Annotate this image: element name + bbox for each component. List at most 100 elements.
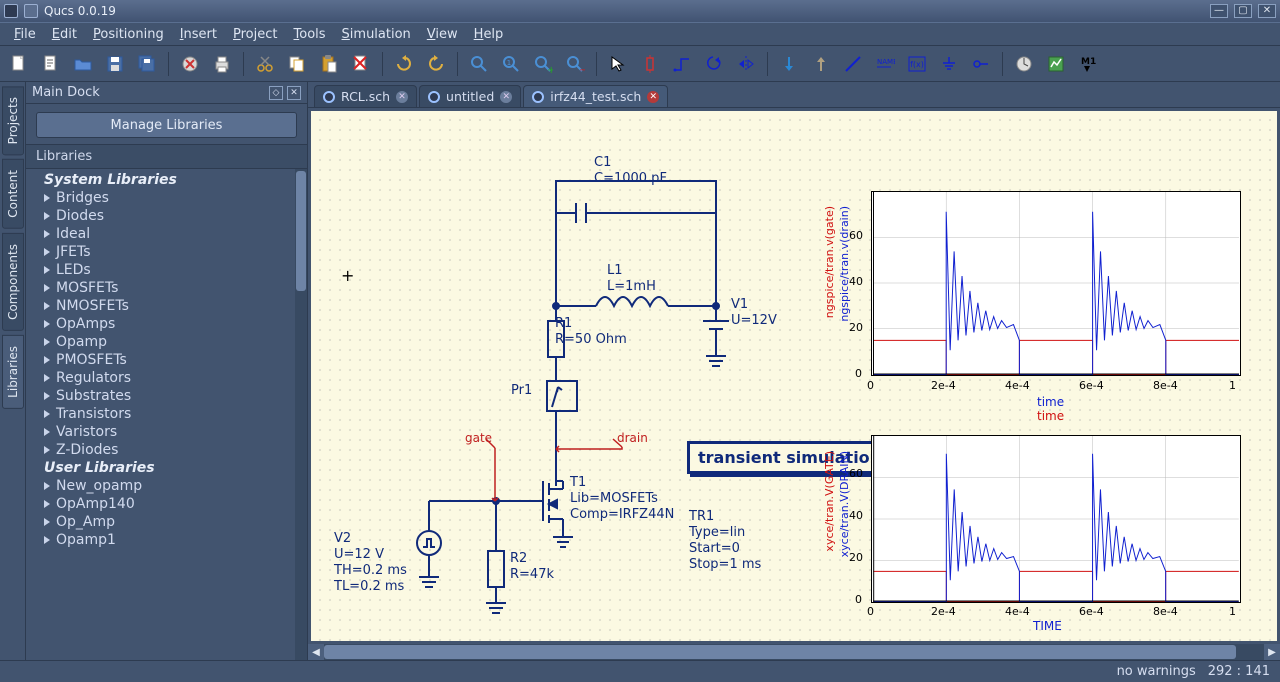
net-drain-label[interactable]: drain <box>617 431 648 445</box>
t1-lib[interactable]: Lib=MOSFETs <box>570 491 658 506</box>
twisty-icon[interactable] <box>44 230 50 238</box>
tree-item[interactable]: Opamp <box>40 333 307 351</box>
net-gate-label[interactable]: gate <box>465 431 492 445</box>
twisty-icon[interactable] <box>44 302 50 310</box>
tree-item[interactable]: User Libraries <box>40 459 307 477</box>
port-icon[interactable] <box>968 51 994 77</box>
ground-icon[interactable] <box>936 51 962 77</box>
l1-value[interactable]: L=1mH <box>607 279 656 294</box>
tree-item[interactable]: Ideal <box>40 225 307 243</box>
wire-label-icon[interactable]: NAME <box>872 51 898 77</box>
simulate-icon[interactable] <box>1011 51 1037 77</box>
tree-item[interactable]: LEDs <box>40 261 307 279</box>
chart-xyce[interactable] <box>871 435 1241 603</box>
menu-tools[interactable]: Tools <box>286 25 334 44</box>
tree-item[interactable]: System Libraries <box>40 171 307 189</box>
document-tab[interactable]: irfz44_test.sch✕ <box>523 85 668 107</box>
tree-item[interactable]: NMOSFETs <box>40 297 307 315</box>
twisty-icon[interactable] <box>44 320 50 328</box>
tree-item[interactable]: Varistors <box>40 423 307 441</box>
mirror-icon[interactable] <box>733 51 759 77</box>
menu-project[interactable]: Project <box>225 25 286 44</box>
tree-item[interactable]: JFETs <box>40 243 307 261</box>
vtab-components[interactable]: Components <box>2 233 24 331</box>
dock-close-icon[interactable]: ✕ <box>287 86 301 100</box>
deactivate-icon[interactable] <box>840 51 866 77</box>
tr1-type[interactable]: Type=lin <box>689 525 745 540</box>
tree-item[interactable]: OpAmps <box>40 315 307 333</box>
marker-icon[interactable]: M1 <box>1075 51 1101 77</box>
vtab-content[interactable]: Content <box>2 159 24 229</box>
twisty-icon[interactable] <box>44 284 50 292</box>
library-tree[interactable]: System LibrariesBridgesDiodesIdealJFETsL… <box>26 169 307 551</box>
copy-icon[interactable] <box>284 51 310 77</box>
v2-tl[interactable]: TL=0.2 ms <box>334 579 404 594</box>
insert-component-icon[interactable] <box>637 51 663 77</box>
zoom-out-icon[interactable]: − <box>562 51 588 77</box>
tree-item[interactable]: Substrates <box>40 387 307 405</box>
zoom-100-icon[interactable]: 1 <box>498 51 524 77</box>
twisty-icon[interactable] <box>44 338 50 346</box>
out-hierarchy-icon[interactable] <box>808 51 834 77</box>
r2-name[interactable]: R2 <box>510 551 527 566</box>
twisty-icon[interactable] <box>44 446 50 454</box>
menu-view[interactable]: View <box>419 25 466 44</box>
l1-name[interactable]: L1 <box>607 263 623 278</box>
v1-value[interactable]: U=12V <box>731 313 777 328</box>
twisty-icon[interactable] <box>44 428 50 436</box>
save-all-icon[interactable] <box>134 51 160 77</box>
results-icon[interactable] <box>1043 51 1069 77</box>
delete-icon[interactable] <box>177 51 203 77</box>
manage-libraries-button[interactable]: Manage Libraries <box>36 112 297 138</box>
v1-name[interactable]: V1 <box>731 297 748 312</box>
close-button[interactable]: ✕ <box>1258 4 1276 18</box>
twisty-icon[interactable] <box>44 266 50 274</box>
menu-positioning[interactable]: Positioning <box>85 25 172 44</box>
hscroll-left-icon[interactable]: ◀ <box>308 644 324 660</box>
schematic-canvas[interactable]: C1 C=1000 pF L1 L=1mH V1 U=12V R1 R=50 O… <box>308 108 1280 644</box>
tree-item[interactable]: Diodes <box>40 207 307 225</box>
paste-icon[interactable] <box>316 51 342 77</box>
menu-simulation[interactable]: Simulation <box>334 25 419 44</box>
twisty-icon[interactable] <box>44 392 50 400</box>
twisty-icon[interactable] <box>44 374 50 382</box>
pr1-name[interactable]: Pr1 <box>511 383 532 398</box>
select-icon[interactable] <box>605 51 631 77</box>
t1-comp[interactable]: Comp=IRFZ44N <box>570 507 674 522</box>
menu-edit[interactable]: Edit <box>44 25 85 44</box>
maximize-button[interactable]: ▢ <box>1234 4 1252 18</box>
tree-item[interactable]: Bridges <box>40 189 307 207</box>
twisty-icon[interactable] <box>44 482 50 490</box>
twisty-icon[interactable] <box>44 410 50 418</box>
twisty-icon[interactable] <box>44 356 50 364</box>
minimize-button[interactable]: — <box>1210 4 1228 18</box>
v2-u[interactable]: U=12 V <box>334 547 384 562</box>
r2-value[interactable]: R=47k <box>510 567 554 582</box>
tr1-name[interactable]: TR1 <box>689 509 714 524</box>
twisty-icon[interactable] <box>44 194 50 202</box>
tree-item[interactable]: Opamp1 <box>40 531 307 549</box>
open-icon[interactable] <box>70 51 96 77</box>
tree-item[interactable]: Transistors <box>40 405 307 423</box>
tab-close-icon[interactable]: ✕ <box>396 91 408 103</box>
chart-ngspice[interactable] <box>871 191 1241 376</box>
new-file-icon[interactable] <box>6 51 32 77</box>
document-tab[interactable]: untitled✕ <box>419 85 521 107</box>
tree-item[interactable]: OpAmp140 <box>40 495 307 513</box>
wire-icon[interactable] <box>669 51 695 77</box>
tree-item[interactable]: Op_Amp <box>40 513 307 531</box>
menu-file[interactable]: File <box>6 25 44 44</box>
twisty-icon[interactable] <box>44 536 50 544</box>
dock-float-icon[interactable]: ◇ <box>269 86 283 100</box>
vtab-libraries[interactable]: Libraries <box>2 335 24 409</box>
remove-icon[interactable] <box>348 51 374 77</box>
save-icon[interactable] <box>102 51 128 77</box>
c1-value[interactable]: C=1000 pF <box>594 171 667 186</box>
r1-value[interactable]: R=50 Ohm <box>555 332 627 347</box>
tree-item[interactable]: Regulators <box>40 369 307 387</box>
t1-name[interactable]: T1 <box>570 475 586 490</box>
rotate-icon[interactable] <box>701 51 727 77</box>
vtab-projects[interactable]: Projects <box>2 86 24 155</box>
undo-icon[interactable] <box>391 51 417 77</box>
tree-item[interactable]: Z-Diodes <box>40 441 307 459</box>
